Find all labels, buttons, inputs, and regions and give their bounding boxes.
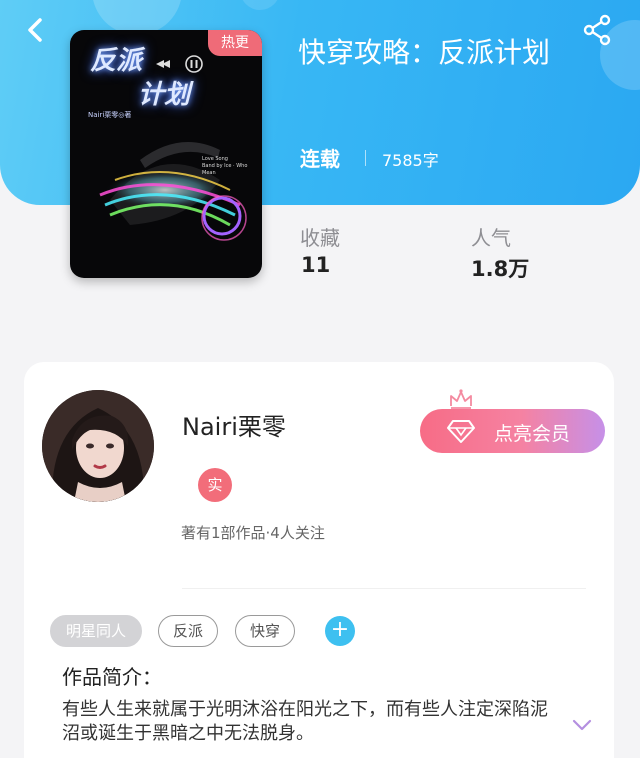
book-cover[interactable]: 反派 计划 Nairi栗零◎著 Love Song Band by Ice · …	[70, 30, 262, 278]
favorites-label: 收藏	[300, 226, 340, 250]
verified-badge: 实	[198, 468, 232, 502]
add-tag-button[interactable]: +	[325, 616, 355, 646]
chevron-down-icon[interactable]	[570, 716, 594, 734]
popularity-count: 1.8万	[471, 257, 530, 281]
cover-song-sub: Band by Ice · Who Mean	[202, 163, 248, 176]
tag-villain[interactable]: 反派	[158, 615, 218, 647]
popularity-label: 人气	[471, 226, 511, 250]
intro-text: 有些人生来就属于光明沐浴在阳光之下，而有些人注定深陷泥沼或诞生于黑暗之中无法脱身…	[62, 699, 548, 744]
crown-icon	[450, 389, 472, 409]
back-button[interactable]	[18, 12, 54, 48]
divider	[182, 588, 586, 589]
cover-author: Nairi栗零◎著	[88, 111, 132, 119]
decor-bubble	[240, 0, 280, 10]
cover-title: 反派 计划	[90, 44, 230, 112]
cover-song: Love Song Band by Ice · Who Mean	[202, 156, 262, 177]
activate-vip-button[interactable]: 点亮会员	[420, 409, 605, 453]
cover-title-line1: 反派	[90, 46, 143, 76]
cover-title-line2: 计划	[138, 80, 191, 110]
vip-button-label: 点亮会员	[494, 423, 571, 445]
divider	[365, 150, 366, 166]
word-count: 7585字	[382, 151, 439, 170]
author-avatar[interactable]	[42, 390, 154, 502]
intro-label: 作品简介：	[62, 665, 162, 689]
book-title: 快穿攻略：反派计划	[298, 36, 551, 69]
favorites-count: 11	[301, 253, 331, 277]
hot-update-badge: 热更	[208, 30, 262, 56]
tag-quick-transmigration[interactable]: 快穿	[235, 615, 295, 647]
cover-song-title: Love Song	[202, 156, 228, 162]
tag-star-fanfic[interactable]: 明星同人	[50, 615, 142, 647]
author-meta: 著有1部作品·4人关注	[181, 524, 325, 542]
avatar-image	[42, 390, 154, 502]
author-name[interactable]: Nairi栗零	[182, 407, 286, 442]
chevron-left-icon	[28, 18, 42, 42]
serial-status: 连载	[300, 147, 340, 171]
diamond-icon	[447, 420, 475, 443]
